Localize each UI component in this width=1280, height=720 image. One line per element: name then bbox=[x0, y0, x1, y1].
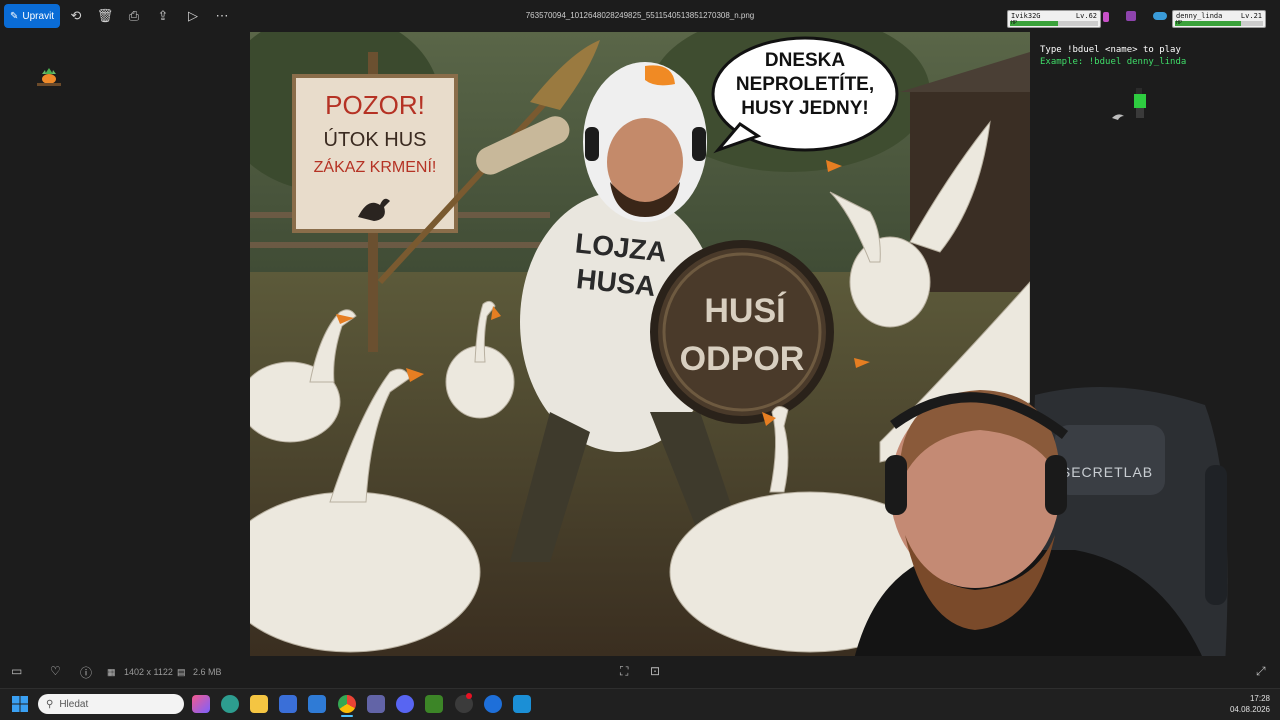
image-info-bar bbox=[0, 656, 1280, 688]
share-icon[interactable]: ⇪ bbox=[154, 7, 172, 25]
discord-icon[interactable] bbox=[396, 695, 414, 713]
chair-brand-text: SECRETLAB bbox=[1061, 464, 1153, 480]
player-hp-bar: HP bbox=[1010, 20, 1098, 26]
file-size-icon: ▤ bbox=[177, 667, 186, 677]
player-name: denny_linda bbox=[1176, 12, 1223, 20]
chest-icon bbox=[1126, 11, 1136, 21]
shield-text-1: HUSÍ bbox=[704, 292, 787, 330]
duel-command-text: Type !bduel <name> to play bbox=[1040, 45, 1181, 55]
search-icon: ⚲ bbox=[46, 698, 54, 710]
active-app-indicator bbox=[341, 715, 353, 717]
fit-to-window-icon[interactable]: ⛶ bbox=[620, 664, 628, 679]
windows-start-icon[interactable] bbox=[12, 696, 28, 712]
player-card: Ivik32G Lv.62 HP bbox=[1007, 10, 1101, 28]
photos-app-icon[interactable] bbox=[513, 695, 531, 713]
shield bbox=[650, 240, 834, 424]
edit-button-label: Upravit bbox=[22, 10, 55, 22]
player-marker-icon bbox=[1103, 12, 1109, 22]
speech-text-2: NEPROLETÍTE, bbox=[736, 73, 874, 95]
taskbar-search-input[interactable]: ⚲ Hledat bbox=[38, 694, 184, 714]
more-options-icon[interactable]: ⋯ bbox=[213, 7, 231, 25]
microsoft-store-icon[interactable] bbox=[279, 695, 297, 713]
media-player-icon[interactable] bbox=[484, 695, 502, 713]
edit-button[interactable]: ✎ Upravit bbox=[4, 4, 60, 28]
player-hp-bar: HP bbox=[1175, 20, 1263, 26]
teams-icon[interactable] bbox=[367, 695, 385, 713]
sign-text-3: ZÁKAZ KRMENÍ! bbox=[314, 157, 437, 176]
chrome-icon[interactable] bbox=[338, 695, 356, 713]
file-size: 2.6 MB bbox=[193, 667, 222, 677]
edit-icon: ✎ bbox=[10, 10, 19, 22]
duel-example-text: Example: !bduel denny_linda bbox=[1040, 57, 1187, 67]
file-explorer-icon[interactable] bbox=[250, 695, 268, 713]
clock-time: 17:28 bbox=[1249, 694, 1270, 703]
player-level: Lv.62 bbox=[1075, 12, 1097, 20]
player-level: Lv.21 bbox=[1240, 12, 1262, 20]
filmstrip-icon[interactable]: ▭ bbox=[11, 664, 22, 678]
fullscreen-icon[interactable]: ⤢ bbox=[1256, 664, 1266, 679]
sign-text-1: POZOR! bbox=[325, 90, 425, 120]
notification-badge bbox=[466, 693, 472, 699]
sign-text-2: ÚTOK HUS bbox=[324, 128, 427, 151]
favorite-heart-icon[interactable]: ♡ bbox=[50, 664, 61, 678]
speech-text-1: DNESKA bbox=[765, 50, 846, 71]
duel-instructions: Type !bduel <name> to play Example: !bdu… bbox=[1040, 44, 1186, 68]
image-dimensions: 1402 x 1122 bbox=[124, 667, 173, 677]
copilot-icon[interactable] bbox=[192, 695, 210, 713]
slideshow-icon[interactable]: ▷ bbox=[184, 7, 202, 25]
clock-date: 04.08.2026 bbox=[1229, 705, 1270, 714]
delete-icon[interactable]: 🗑 bbox=[96, 7, 114, 25]
player-card: denny_linda Lv.21 HP bbox=[1172, 10, 1266, 28]
print-icon[interactable]: ⎙ bbox=[125, 7, 143, 25]
mail-icon[interactable] bbox=[308, 695, 326, 713]
actual-size-icon[interactable]: ⊡ bbox=[650, 664, 660, 678]
player-name: Ivik32G bbox=[1011, 12, 1041, 20]
minecraft-icon[interactable] bbox=[425, 695, 443, 713]
cloud-icon bbox=[1153, 12, 1167, 20]
speech-text-3: HUSY JEDNY! bbox=[741, 98, 868, 119]
file-name: 763570094_1012648028249825_5511540513851… bbox=[525, 11, 755, 20]
search-placeholder: Hledat bbox=[59, 698, 89, 710]
info-icon[interactable]: ⓘ bbox=[80, 664, 92, 681]
carrot-logo-icon bbox=[34, 64, 64, 90]
rotate-icon[interactable]: ⟲ bbox=[67, 7, 85, 25]
shield-text-2: ODPOR bbox=[680, 340, 805, 378]
edge-browser-icon[interactable] bbox=[221, 695, 239, 713]
dimensions-icon: ▦ bbox=[107, 667, 116, 677]
pixel-sprites bbox=[1112, 88, 1158, 122]
system-clock[interactable]: 17:28 04.08.2026 bbox=[1222, 693, 1270, 715]
